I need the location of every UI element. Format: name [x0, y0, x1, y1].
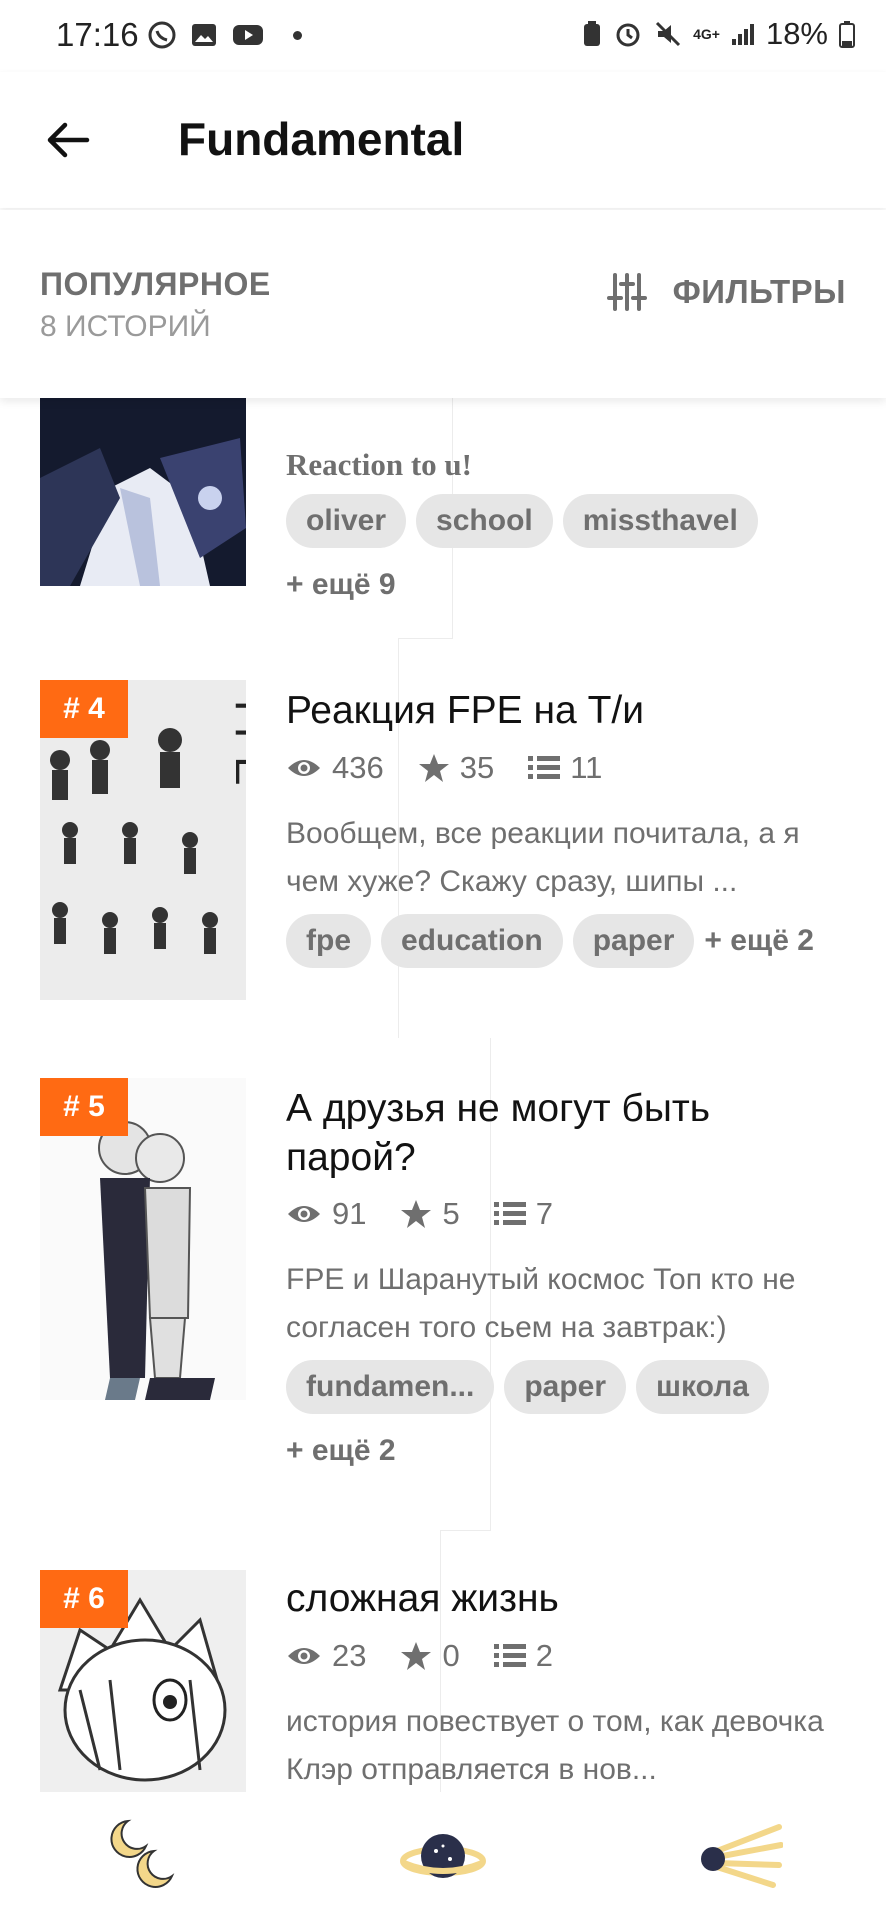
views-count: 23	[332, 1638, 367, 1673]
story-card[interactable]: # 6 сложная жизнь 23 0 2 история повеств…	[0, 1530, 824, 1792]
story-description: FPE и Шаранутый космос Топ кто не соглас…	[286, 1263, 796, 1344]
comet-icon	[701, 1824, 784, 1888]
parts-count: 11	[570, 750, 603, 785]
parts-stat: 2	[493, 1638, 553, 1674]
votes-stat: 5	[400, 1196, 460, 1232]
filters-button[interactable]: ФИЛЬТРЫ	[606, 272, 846, 312]
story-card[interactable]: Reaction to u! oliver school missthavel …	[0, 398, 758, 639]
votes-count: 0	[442, 1638, 460, 1673]
filters-label: ФИЛЬТРЫ	[672, 273, 846, 310]
gallery-icon	[192, 24, 216, 46]
parts-count: 7	[535, 1196, 553, 1231]
rank-badge: # 4	[40, 680, 128, 738]
moons-icon	[110, 1819, 174, 1888]
story-card[interactable]: # 5 А друзья не могут быть парой? 91 5 7…	[0, 1038, 795, 1531]
signal-icon	[731, 24, 754, 45]
rank-badge: # 6	[40, 1570, 128, 1628]
dot-icon	[293, 30, 302, 40]
tag-chip[interactable]: education	[381, 914, 563, 968]
story-stats: 436 35 11	[286, 750, 602, 786]
battery-icon	[839, 21, 855, 48]
notification-icons	[147, 20, 302, 50]
sort-label[interactable]: ПОПУЛЯРНОЕ	[40, 266, 271, 303]
mute-icon	[656, 21, 681, 47]
story-title[interactable]: Reaction to u!	[286, 440, 846, 489]
story-stats: 23 0 2	[286, 1638, 553, 1674]
views-count: 91	[332, 1196, 367, 1231]
back-button[interactable]	[36, 108, 100, 172]
views-stat: 91	[286, 1196, 366, 1232]
sliders-icon	[606, 273, 647, 311]
eye-icon	[288, 760, 320, 776]
tag-chip[interactable]: paper	[504, 1360, 627, 1414]
planet-icon	[399, 1834, 486, 1878]
list-icon	[493, 1202, 526, 1225]
story-cover: FPE # 4	[40, 680, 246, 1000]
story-feed[interactable]: Reaction to u! oliver school missthavel …	[0, 398, 886, 1792]
network-type: 4G+	[693, 26, 720, 42]
story-tags: oliver school missthavel	[286, 494, 758, 548]
story-cover: # 5	[40, 1078, 246, 1400]
parts-count: 2	[535, 1638, 553, 1673]
star-icon	[401, 1200, 432, 1228]
tag-chip[interactable]: missthavel	[562, 494, 758, 548]
votes-count: 35	[459, 750, 495, 785]
story-title[interactable]: сложная жизнь	[286, 1574, 846, 1623]
story-description: Вообщем, все реакции почитала, а я чем х…	[286, 817, 800, 898]
tag-chip[interactable]: oliver	[286, 494, 407, 548]
youtube-icon	[233, 25, 263, 45]
story-card[interactable]: FPE # 4 Реакция FPE на Т/и 436 35 11 Воо…	[0, 638, 814, 1039]
story-tags: fpe education paper + ещё 2	[286, 914, 814, 968]
tag-chip[interactable]: fpe	[286, 914, 371, 968]
status-time: 17:16	[56, 16, 139, 53]
star-icon	[401, 1642, 432, 1670]
parts-stat: 11	[528, 750, 602, 786]
votes-stat: 0	[400, 1638, 460, 1674]
tag-chip[interactable]: fundamen...	[286, 1360, 495, 1414]
story-count: 8 ИСТОРИЙ	[40, 310, 211, 343]
story-tags: fundamen... paper школа	[286, 1360, 769, 1414]
arrow-left-icon	[47, 122, 90, 158]
story-title[interactable]: Реакция FPE на Т/и	[286, 686, 846, 735]
parts-stat: 7	[493, 1196, 553, 1232]
more-tags[interactable]: + ещё 9	[286, 568, 396, 602]
eye-icon	[288, 1206, 320, 1222]
tag-chip[interactable]: school	[416, 494, 553, 548]
list-icon	[528, 756, 561, 779]
battery-percent: 18%	[765, 16, 828, 51]
alarm-icon	[616, 23, 640, 47]
status-bar: 17:16 4G+ 18%	[0, 0, 886, 72]
votes-count: 5	[442, 1196, 460, 1231]
bottom-navigation	[0, 1792, 886, 1920]
nav-moons[interactable]	[98, 1816, 198, 1896]
tag-chip[interactable]: школа	[636, 1360, 769, 1414]
story-cover: # 6	[40, 1570, 246, 1792]
status-right: 4G+ 18%	[581, 16, 856, 52]
cover-art-image	[40, 398, 246, 586]
nav-comet[interactable]	[688, 1816, 788, 1896]
views-stat: 436	[286, 750, 384, 786]
page-title: Fundamental	[178, 113, 465, 165]
nav-planet[interactable]	[393, 1816, 493, 1896]
star-icon	[418, 754, 449, 782]
rank-badge: # 5	[40, 1078, 128, 1136]
votes-stat: 35	[418, 750, 494, 786]
whatsapp-icon	[148, 21, 176, 49]
eye-icon	[288, 1648, 320, 1664]
story-description: история повествует о том, как девочка Кл…	[286, 1705, 824, 1786]
tag-chip[interactable]: paper	[572, 914, 695, 968]
story-title[interactable]: А друзья не могут быть парой?	[286, 1084, 846, 1182]
list-icon	[493, 1644, 526, 1667]
sort-bar: ПОПУЛЯРНОЕ 8 ИСТОРИЙ ФИЛЬТРЫ	[0, 210, 886, 398]
battery-saver-icon	[584, 21, 601, 46]
views-stat: 23	[286, 1638, 366, 1674]
story-stats: 91 5 7	[286, 1196, 553, 1232]
more-tags[interactable]: + ещё 2	[286, 1434, 396, 1468]
views-count: 436	[332, 750, 384, 785]
app-toolbar: Fundamental	[0, 72, 886, 208]
story-cover	[40, 398, 246, 586]
more-tags[interactable]: + ещё 2	[704, 924, 814, 958]
svg-text:FPE: FPE	[226, 700, 246, 786]
